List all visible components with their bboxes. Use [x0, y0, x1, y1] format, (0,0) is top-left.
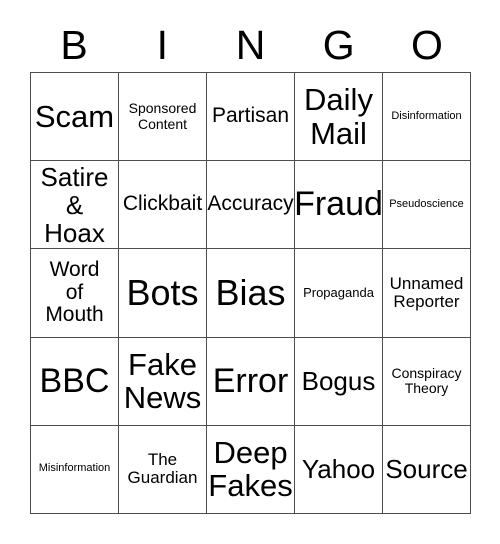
bingo-cell[interactable]: Pseudoscience	[383, 161, 471, 250]
bingo-cell[interactable]: Word of Mouth	[31, 249, 119, 338]
bingo-cell-label: Bogus	[301, 366, 376, 397]
bingo-cell[interactable]: BBC	[31, 337, 119, 426]
bingo-cell-label: Sponsored Content	[128, 100, 197, 132]
bingo-cell-label: Propaganda	[303, 284, 374, 300]
bingo-cell-label: Yahoo	[301, 454, 376, 485]
bingo-cell-label: Bots	[126, 271, 199, 313]
bingo-cell[interactable]: Fraud	[295, 161, 383, 250]
bingo-cell[interactable]: Accuracy	[207, 161, 295, 250]
bingo-cell-label: Source	[385, 454, 468, 485]
bingo-cell[interactable]: Clickbait	[119, 161, 207, 250]
bingo-cell-label: Pseudoscience	[389, 197, 464, 210]
bingo-cell[interactable]: Daily Mail	[295, 73, 383, 162]
bingo-cell-label: Misinformation	[38, 462, 111, 475]
bingo-cell[interactable]: The Guardian	[119, 425, 207, 514]
bingo-cell-label: Deep Fakes	[208, 434, 293, 504]
bingo-header-letter-o: O	[410, 21, 443, 68]
bingo-header-letter-n: N	[235, 21, 266, 68]
bingo-header-letter-g: G	[322, 21, 355, 68]
bingo-grid: Scam Sponsored Content Partisan Daily Ma…	[30, 72, 471, 514]
bingo-cell-label: Scam	[34, 98, 115, 134]
bingo-cell-label: BBC	[39, 361, 110, 400]
bingo-cell-label: The Guardian	[127, 450, 198, 488]
bingo-cell[interactable]: Deep Fakes	[207, 425, 295, 514]
bingo-cell[interactable]: Bias	[207, 249, 295, 338]
bingo-card: B I N G O Scam Sponsored Content Partisa…	[0, 0, 500, 544]
bingo-cell-label: Satire & Hoax	[40, 161, 109, 248]
bingo-cell[interactable]: Fake News	[119, 337, 207, 426]
bingo-cell[interactable]: Disinformation	[383, 73, 471, 162]
bingo-cell-label: Word of Mouth	[45, 257, 104, 327]
bingo-cell-label: Error	[212, 361, 289, 400]
bingo-header-row: B I N G O	[30, 18, 471, 72]
bingo-cell-label: Unnamed Reporter	[389, 273, 464, 311]
bingo-cell[interactable]: Error	[207, 337, 295, 426]
bingo-cell[interactable]: Yahoo	[295, 425, 383, 514]
bingo-cell[interactable]: Satire & Hoax	[31, 161, 119, 250]
bingo-cell-label: Disinformation	[391, 109, 462, 122]
bingo-cell[interactable]: Partisan	[207, 73, 295, 162]
bingo-cell-label: Clickbait	[122, 192, 203, 216]
bingo-cell[interactable]: Misinformation	[31, 425, 119, 514]
bingo-cell-label: Partisan	[211, 104, 290, 128]
bingo-cell[interactable]: Unnamed Reporter	[383, 249, 471, 338]
bingo-cell-label: Daily Mail	[304, 82, 373, 151]
bingo-cell[interactable]: Source	[383, 425, 471, 514]
bingo-cell-label: Accuracy	[207, 192, 294, 216]
bingo-header-letter-b: B	[60, 21, 88, 68]
bingo-cell[interactable]: Propaganda	[295, 249, 383, 338]
bingo-cell[interactable]: Bogus	[295, 337, 383, 426]
bingo-cell[interactable]: Sponsored Content	[119, 73, 207, 162]
bingo-cell[interactable]: Bots	[119, 249, 207, 338]
bingo-cell-label: Bias	[215, 271, 286, 313]
bingo-cell[interactable]: Scam	[31, 73, 119, 162]
bingo-cell-label: Fake News	[123, 346, 202, 416]
bingo-header-letter-i: I	[156, 21, 168, 68]
bingo-cell-label: Fraud	[295, 185, 383, 224]
bingo-cell-label: Conspiracy Theory	[391, 365, 462, 397]
bingo-cell[interactable]: Conspiracy Theory	[383, 337, 471, 426]
